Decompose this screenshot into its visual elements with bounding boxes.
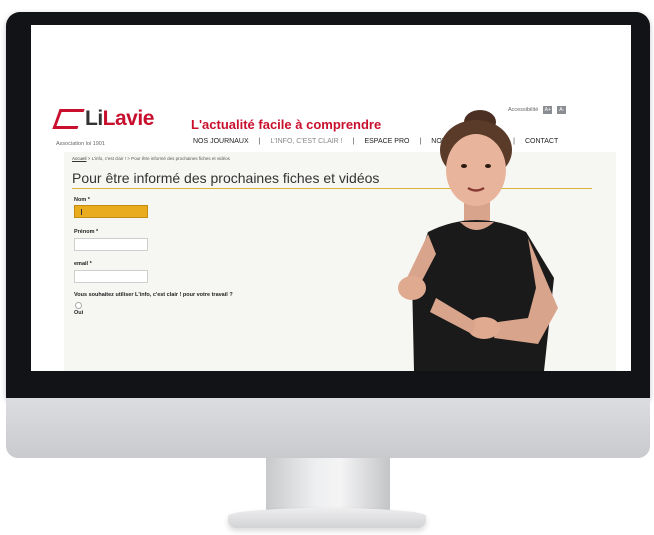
nav-separator: | (352, 138, 355, 145)
breadcrumb-current: Pour être informé des prochaines fiches … (131, 156, 230, 161)
screen: LiLavie Association loi 1901 L'actualité… (31, 25, 631, 371)
nav-item-nos-journaux[interactable]: NOS JOURNAUX (193, 138, 249, 145)
breadcrumb-separator: > (127, 156, 130, 161)
email-label: email * (74, 261, 92, 267)
breadcrumb-section-link[interactable]: L'info, c'est clair ! (92, 156, 126, 161)
site-tagline: L'actualité facile à comprendre (191, 117, 382, 132)
prenom-label: Prénom * (74, 229, 99, 235)
nom-label: Nom * (74, 197, 90, 203)
monitor-stand (266, 458, 390, 512)
usage-question: Vous souhaitez utiliser L'info, c'est cl… (74, 292, 233, 298)
website: LiLavie Association loi 1901 L'actualité… (31, 60, 631, 371)
nav-item-info-clair[interactable]: L'INFO, C'EST CLAIR ! (270, 138, 342, 145)
prenom-field[interactable] (74, 238, 148, 251)
nav-separator: | (258, 138, 261, 145)
lilavie-logo-mark-icon (52, 109, 85, 129)
logo-text: LiLavie (85, 107, 154, 130)
site-logo[interactable]: LiLavie (52, 107, 154, 130)
oui-label: Oui (74, 310, 84, 316)
breadcrumb-home-link[interactable]: Accueil (72, 156, 87, 161)
monitor-stand-base (228, 508, 426, 528)
sign-language-interpreter-icon (398, 110, 558, 371)
oui-radio[interactable] (75, 302, 82, 309)
email-field[interactable] (74, 270, 148, 283)
monitor-chin (6, 398, 650, 458)
breadcrumb: Accueil > L'info, c'est clair ! > Pour ê… (72, 156, 230, 161)
page-title: Pour être informé des prochaines fiches … (72, 170, 380, 186)
nom-field[interactable] (74, 205, 148, 218)
association-label: Association loi 1901 (56, 141, 105, 147)
breadcrumb-separator: > (87, 156, 91, 161)
